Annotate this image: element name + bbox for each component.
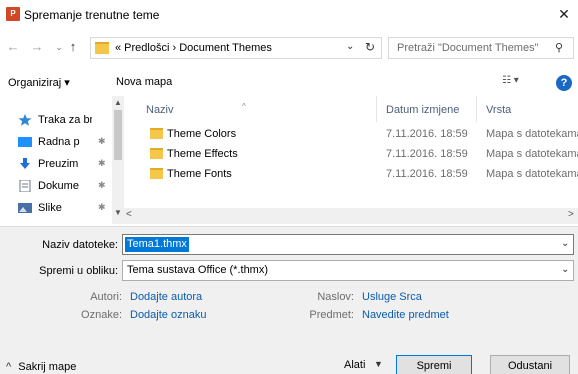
scroll-right-icon[interactable]: > <box>568 209 574 220</box>
pin-icon: ✱ <box>98 136 106 146</box>
title-label: Naslov: <box>317 291 354 303</box>
chevron-down-icon[interactable]: ⌄ <box>561 264 569 275</box>
scroll-down-icon[interactable]: ▼ <box>114 208 122 217</box>
subject-label: Predmet: <box>309 309 354 321</box>
tags-field[interactable]: Dodajte oznaku <box>130 309 206 321</box>
address-row: ← → ⌄ ↑ « Predlošci › Document Themes ⌄ … <box>0 34 578 62</box>
save-options-panel: Naziv datoteke: Tema1.thmx ⌄ Spremi u ob… <box>0 226 578 374</box>
close-button[interactable]: ✕ <box>554 4 574 24</box>
filetype-value: Tema sustava Office (*.thmx) <box>127 264 269 276</box>
authors-label: Autori: <box>90 291 122 303</box>
sidebar-item-desktop[interactable]: Radna p ✱ <box>0 132 112 154</box>
folder-icon <box>150 168 163 179</box>
sidebar-item-pictures[interactable]: Slike ✱ <box>0 198 112 220</box>
breadcrumb[interactable]: « Predlošci › Document Themes <box>115 42 272 54</box>
filename-value[interactable]: Tema1.thmx <box>125 237 189 252</box>
column-header-type[interactable]: Vrsta <box>486 104 511 116</box>
file-date: 7.11.2016. 18:59 <box>386 168 468 180</box>
folder-icon <box>150 128 163 139</box>
sidebar-item-quick-access[interactable]: Traka za brzi <box>0 110 112 132</box>
folder-icon <box>95 42 109 54</box>
column-label: Naziv <box>146 104 174 116</box>
search-icon[interactable]: ⚲ <box>555 41 563 54</box>
file-list: Naziv ^ Datum izmjene Vrsta Theme Colors… <box>124 96 578 224</box>
filename-field[interactable]: Tema1.thmx ⌄ <box>122 234 574 255</box>
list-item[interactable]: Theme Fonts 7.11.2016. 18:59 Mapa s dato… <box>124 164 578 184</box>
subject-field[interactable]: Navedite predmet <box>362 309 449 321</box>
file-name: Theme Effects <box>167 148 238 160</box>
pin-icon: ✱ <box>98 180 106 190</box>
filename-label: Naziv datoteke: <box>42 239 118 251</box>
download-icon <box>20 158 30 169</box>
hide-folders-button[interactable]: ^ Sakrij mape <box>6 361 76 373</box>
filetype-label: Spremi u obliku: <box>39 265 118 277</box>
sidebar-item-label: Dokume <box>38 180 79 192</box>
pin-icon: ✱ <box>98 158 106 168</box>
sidebar-item-label: Slike <box>38 202 62 214</box>
list-item[interactable]: Theme Effects 7.11.2016. 18:59 Mapa s da… <box>124 144 578 164</box>
search-placeholder: Pretraži "Document Themes" <box>397 42 539 54</box>
sidebar-item-label: Traka za brzi <box>38 114 92 126</box>
sidebar-item-documents[interactable]: Dokume ✱ <box>0 176 112 198</box>
column-divider[interactable] <box>476 96 477 122</box>
file-name: Theme Fonts <box>167 168 232 180</box>
up-icon[interactable]: ↑ <box>64 38 82 56</box>
authors-field[interactable]: Dodajte autora <box>130 291 202 303</box>
tools-dropdown-icon[interactable]: ▼ <box>374 359 383 369</box>
view-options-icon[interactable]: ☷ ▾ <box>502 75 519 86</box>
hide-folders-label: Sakrij mape <box>18 361 77 373</box>
sidebar-scroll-thumb[interactable] <box>114 110 122 160</box>
scroll-up-icon[interactable]: ▲ <box>114 98 122 107</box>
toolbar: Organiziraj ▾ Nova mapa ☷ ▾ ? <box>0 72 578 96</box>
file-date: 7.11.2016. 18:59 <box>386 128 468 140</box>
forward-icon[interactable]: → <box>28 38 46 56</box>
navigation-pane: Traka za brzi Radna p ✱ Preuzim ✱ Dokume… <box>0 96 124 224</box>
file-name: Theme Colors <box>167 128 237 140</box>
organize-button[interactable]: Organiziraj ▾ <box>8 76 70 89</box>
pin-icon: ✱ <box>98 202 106 212</box>
horizontal-scrollbar[interactable]: < > <box>124 208 578 224</box>
chevron-down-icon[interactable]: ⌄ <box>561 238 569 249</box>
scroll-left-icon[interactable]: < <box>126 209 132 220</box>
file-type: Mapa s datotekama <box>486 128 578 140</box>
column-header-name[interactable]: Naziv ^ <box>146 102 246 116</box>
title-field[interactable]: Usluge Srca <box>362 291 422 303</box>
document-icon <box>19 180 31 192</box>
chevron-up-icon: ^ <box>6 361 12 373</box>
star-icon <box>18 114 32 126</box>
pictures-icon <box>18 203 32 213</box>
title-bar: P Spremanje trenutne teme ✕ <box>0 0 578 30</box>
sort-up-icon: ^ <box>242 102 246 111</box>
file-type: Mapa s datotekama <box>486 168 578 180</box>
back-icon[interactable]: ← <box>4 38 22 56</box>
desktop-icon <box>18 137 32 147</box>
column-divider[interactable] <box>376 96 377 122</box>
file-date: 7.11.2016. 18:59 <box>386 148 468 160</box>
powerpoint-icon: P <box>6 7 20 21</box>
new-folder-button[interactable]: Nova mapa <box>116 76 172 88</box>
tools-button[interactable]: Alati <box>344 359 365 371</box>
sidebar-item-downloads[interactable]: Preuzim ✱ <box>0 154 112 176</box>
search-input[interactable]: Pretraži "Document Themes" ⚲ <box>388 37 574 59</box>
refresh-icon[interactable]: ↻ <box>365 40 375 54</box>
list-item[interactable]: Theme Colors 7.11.2016. 18:59 Mapa s dat… <box>124 124 578 144</box>
column-header-date[interactable]: Datum izmjene <box>386 104 459 116</box>
cancel-button[interactable]: Odustani <box>490 355 570 374</box>
folder-icon <box>150 148 163 159</box>
filetype-select[interactable]: Tema sustava Office (*.thmx) ⌄ <box>122 260 574 281</box>
sidebar-item-label: Radna p <box>38 136 80 148</box>
tags-label: Oznake: <box>81 309 122 321</box>
sidebar-item-label: Preuzim <box>38 158 79 170</box>
address-bar[interactable]: « Predlošci › Document Themes ⌄ ↻ <box>90 37 382 59</box>
window-title: Spremanje trenutne teme <box>24 8 160 22</box>
file-type: Mapa s datotekama <box>486 148 578 160</box>
chevron-down-icon[interactable]: ⌄ <box>346 41 354 52</box>
help-icon[interactable]: ? <box>556 75 572 91</box>
save-button[interactable]: Spremi <box>396 355 472 374</box>
